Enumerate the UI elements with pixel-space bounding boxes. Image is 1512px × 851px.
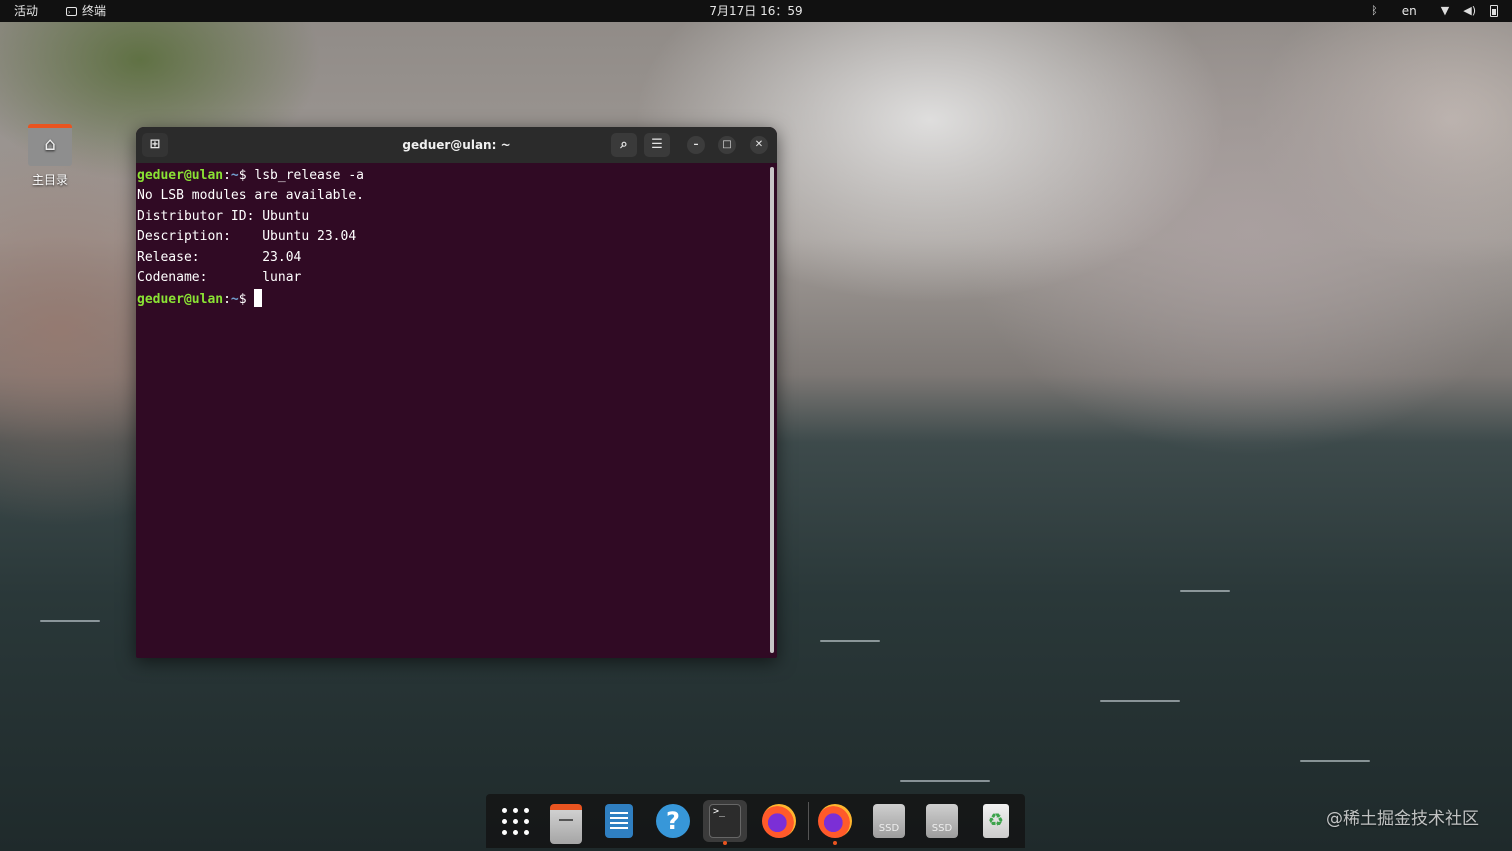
prompt-sign: $ bbox=[238, 292, 255, 307]
prompt-line: geduer@ulan:~$ bbox=[137, 289, 263, 309]
ssd-drive-icon: SSD bbox=[926, 804, 958, 838]
terminal-content[interactable]: geduer@ulan:~$ lsb_release -a No LSB mod… bbox=[136, 163, 769, 658]
dock-ssd-drive-button[interactable]: SSD bbox=[867, 800, 911, 842]
home-folder-icon: ⌂ bbox=[28, 124, 72, 166]
output-line: Distributor ID: Ubuntu bbox=[137, 209, 310, 224]
water-ripple bbox=[900, 780, 990, 782]
terminal-window[interactable]: ⊞ geduer@ulan: ~ ⌕ ☰ – □ ✕ geduer@ulan:~… bbox=[136, 127, 777, 658]
search-icon: ⌕ bbox=[620, 137, 628, 152]
app-menu-label: 终端 bbox=[82, 4, 107, 18]
volume-icon: ◀) bbox=[1463, 4, 1476, 17]
minimize-button[interactable]: – bbox=[687, 136, 705, 154]
search-button[interactable]: ⌕ bbox=[611, 133, 637, 157]
running-indicator bbox=[723, 841, 727, 845]
dock-files-button[interactable] bbox=[544, 800, 588, 844]
maximize-button[interactable]: □ bbox=[718, 136, 736, 154]
terminal-icon: › bbox=[66, 6, 77, 16]
close-icon: ✕ bbox=[754, 139, 764, 150]
output-line: No LSB modules are available. bbox=[137, 188, 364, 203]
dock-separator bbox=[808, 802, 809, 840]
watermark: @稀土掘金技术社区 bbox=[1326, 809, 1479, 829]
battery-icon bbox=[1490, 5, 1498, 17]
app-menu-button[interactable]: › 终端 bbox=[66, 0, 106, 22]
dock-firefox-button[interactable] bbox=[757, 800, 801, 842]
dock-firefox-running-button[interactable] bbox=[813, 800, 857, 845]
firefox-icon bbox=[762, 804, 796, 838]
command-line: geduer@ulan:~$ lsb_release -a bbox=[137, 166, 364, 186]
maximize-icon: □ bbox=[722, 139, 732, 150]
firefox-icon bbox=[818, 804, 852, 838]
water-ripple bbox=[40, 620, 100, 622]
ssd-drive-icon: SSD bbox=[873, 804, 905, 838]
command-text: lsb_release -a bbox=[254, 168, 364, 183]
activities-button[interactable]: 活动 bbox=[14, 0, 38, 22]
water-ripple bbox=[1300, 760, 1370, 762]
water-ripple bbox=[1100, 700, 1180, 702]
dock: ? >_ SSD SSD ♻ bbox=[486, 794, 1025, 848]
clock-container: 7月17日 16：59 bbox=[0, 0, 1512, 22]
home-folder-label: 主目录 bbox=[31, 173, 68, 187]
hamburger-menu-button[interactable]: ☰ bbox=[644, 133, 670, 157]
system-status-area[interactable]: ᛒ en ▼ ◀) bbox=[1371, 0, 1498, 22]
terminal-titlebar[interactable]: ⊞ geduer@ulan: ~ ⌕ ☰ – □ ✕ bbox=[136, 127, 777, 163]
house-icon: ⌂ bbox=[44, 134, 56, 155]
prompt-user: geduer@ulan bbox=[137, 168, 224, 183]
prompt-path: ~ bbox=[230, 168, 239, 183]
bluetooth-icon: ᛒ bbox=[1371, 4, 1378, 17]
terminal-scrollbar[interactable] bbox=[770, 167, 774, 653]
clock-button[interactable]: 7月17日 16：59 bbox=[709, 4, 802, 18]
prompt-path: ~ bbox=[230, 292, 239, 307]
prompt-sign: $ bbox=[238, 168, 255, 183]
activities-label: 活动 bbox=[14, 4, 39, 18]
water-ripple bbox=[1180, 590, 1230, 592]
file-cabinet-icon bbox=[550, 804, 582, 844]
question-mark-icon: ? bbox=[656, 804, 690, 838]
prompt-user: geduer@ulan bbox=[137, 292, 224, 307]
dock-writer-button[interactable] bbox=[597, 800, 641, 842]
minimize-icon: – bbox=[693, 139, 699, 150]
prompt-separator: : bbox=[223, 168, 231, 183]
running-indicator bbox=[833, 841, 837, 845]
dock-show-apps-button[interactable] bbox=[492, 800, 536, 842]
hamburger-icon: ☰ bbox=[651, 137, 663, 152]
output-line: Release: 23.04 bbox=[137, 250, 302, 265]
document-icon bbox=[605, 804, 633, 838]
desktop-background: 活动 › 终端 7月17日 16：59 ᛒ en ▼ ◀) ⌂ 主目录 ⊞ ge… bbox=[0, 0, 1512, 851]
dock-terminal-button[interactable]: >_ bbox=[703, 800, 747, 845]
top-bar: 活动 › 终端 7月17日 16：59 ᛒ en ▼ ◀) bbox=[0, 0, 1512, 22]
grid-icon bbox=[502, 808, 530, 836]
prompt-separator: : bbox=[223, 292, 231, 307]
recycle-icon: ♻ bbox=[983, 804, 1009, 838]
output-line: Codename: lunar bbox=[137, 270, 302, 285]
close-button[interactable]: ✕ bbox=[750, 136, 768, 154]
desktop-home-folder[interactable]: ⌂ 主目录 bbox=[22, 124, 78, 188]
terminal-icon: >_ bbox=[709, 804, 741, 838]
text-cursor bbox=[254, 289, 263, 307]
output-line: Description: Ubuntu 23.04 bbox=[137, 229, 357, 244]
dock-help-button[interactable]: ? bbox=[651, 800, 695, 842]
window-title: geduer@ulan: ~ bbox=[402, 138, 511, 152]
dock-trash-button[interactable]: ♻ bbox=[974, 800, 1018, 842]
input-source-indicator[interactable]: en bbox=[1392, 0, 1427, 22]
water-ripple bbox=[820, 640, 880, 642]
wifi-icon: ▼ bbox=[1440, 4, 1450, 17]
dock-ssd-drive-button[interactable]: SSD bbox=[920, 800, 964, 842]
